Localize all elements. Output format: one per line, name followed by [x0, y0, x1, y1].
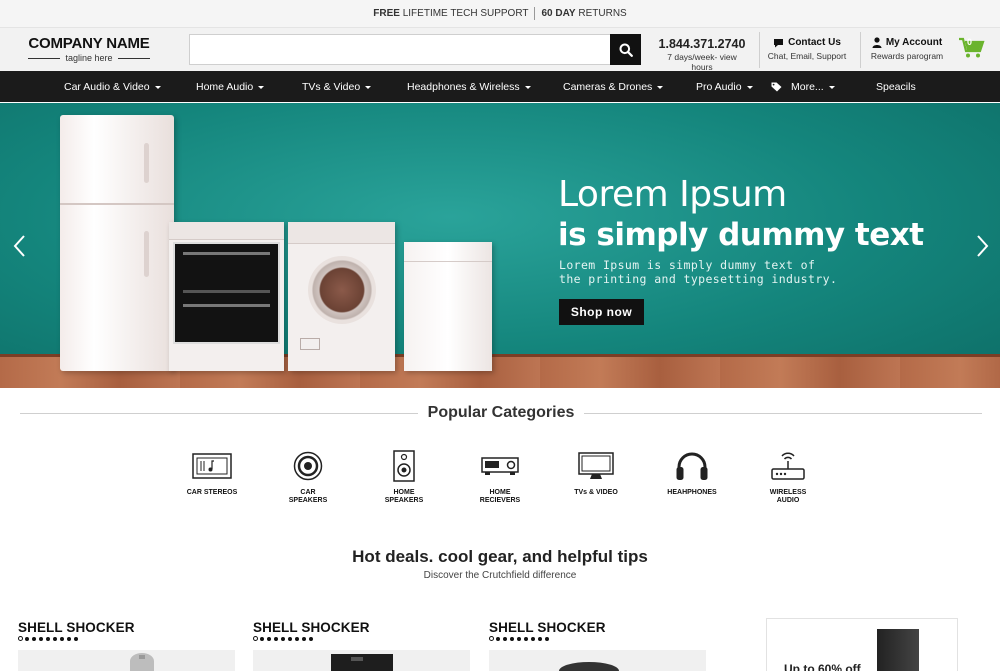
caret-down-icon — [154, 86, 161, 89]
category-home-receivers[interactable]: HOME RECIEVERS — [450, 448, 550, 505]
cart-count: 0 — [967, 37, 973, 47]
contact-options: Chat, Email, Support — [767, 51, 847, 61]
nav-pro-audio[interactable]: Pro Audio — [696, 71, 753, 102]
chevron-right-icon — [977, 235, 989, 257]
company-name: COMPANY NAME — [28, 35, 150, 52]
phone-hours: 7 days/week- view hours — [667, 52, 737, 72]
section-title: Popular Categories — [427, 404, 575, 421]
home-receiver-icon — [481, 457, 519, 475]
category-list: CAR STEREOS CAR SPEAKERS HOME SPEAKERS H… — [160, 448, 840, 518]
oven-image — [169, 222, 284, 371]
nav-headphones-wireless[interactable]: Headphones & Wireless — [407, 71, 531, 102]
phone-contact[interactable]: 1.844.371.2740 7 days/week- view hours — [656, 37, 748, 72]
nav-car-audio-video[interactable]: Car Audio & Video — [64, 71, 161, 102]
deal-card[interactable] — [18, 650, 235, 671]
hero-description: Lorem Ipsum is simply dummy text of the … — [559, 258, 838, 286]
shell-shocker-title: SHELL SHOCKER — [18, 620, 135, 635]
returns-notice: 60 DAY RETURNS — [541, 8, 627, 19]
category-wireless-audio[interactable]: WIRELESS AUDIO — [738, 448, 838, 505]
promo-banner[interactable]: Up to 60% off — [766, 618, 958, 671]
popular-categories-header: Popular Categories — [20, 403, 983, 423]
hero-headline: Lorem Ipsum — [558, 174, 787, 215]
shell-shocker-block: SHELL SHOCKER — [253, 620, 473, 641]
shell-shocker-title: SHELL SHOCKER — [253, 620, 370, 635]
shell-shocker-title: SHELL SHOCKER — [489, 620, 606, 635]
caret-down-icon — [828, 86, 835, 89]
caret-down-icon — [524, 86, 531, 89]
lifetime-support-notice: FREE LIFETIME TECH SUPPORT — [373, 8, 529, 19]
refrigerator-image — [60, 115, 174, 371]
divider — [20, 412, 418, 414]
caret-down-icon — [258, 86, 265, 89]
slider-prev-button[interactable] — [10, 231, 30, 261]
divider — [584, 412, 983, 414]
tags-icon — [771, 82, 782, 91]
rewards-program: Rewards parogram — [870, 51, 944, 61]
divider — [534, 7, 536, 20]
search-input[interactable] — [189, 34, 610, 65]
wireless-router-icon — [771, 452, 805, 480]
promo-text: Up to 60% off — [784, 662, 861, 671]
divider — [860, 32, 861, 68]
divider — [759, 32, 760, 68]
search-icon — [619, 43, 633, 57]
hero-banner: Lorem Ipsum is simply dummy text Lorem I… — [0, 103, 1000, 388]
deals-subheading: Discover the Crutchfield difference — [423, 570, 577, 581]
search-bar — [189, 34, 641, 65]
nav-home-audio[interactable]: Home Audio — [196, 71, 265, 102]
hero-subheadline: is simply dummy text — [558, 217, 924, 253]
contact-us-link[interactable]: Contact Us Chat, Email, Support — [764, 37, 850, 61]
search-button[interactable] — [610, 34, 641, 65]
desktop-pc-image — [877, 629, 919, 671]
caret-down-icon — [746, 86, 753, 89]
category-home-speakers[interactable]: HOME SPEAKERS — [354, 448, 454, 505]
tv-icon — [578, 452, 614, 479]
cart-button[interactable]: 0 — [958, 36, 986, 60]
product-image — [331, 654, 393, 671]
product-image — [130, 653, 154, 671]
category-headphones[interactable]: HEAHPHONES — [642, 448, 742, 497]
nav-more[interactable]: More... — [771, 71, 835, 102]
caret-down-icon — [365, 86, 372, 89]
car-stereo-icon — [192, 453, 232, 479]
chat-bubble-icon — [774, 38, 784, 47]
nav-tvs-video[interactable]: TVs & Video — [302, 71, 372, 102]
chevron-left-icon — [13, 235, 25, 257]
my-account-link[interactable]: My Account Rewards parogram — [868, 37, 946, 61]
top-announcement-bar: FREE LIFETIME TECH SUPPORT 60 DAY RETURN… — [0, 0, 1000, 27]
nav-cameras-drones[interactable]: Cameras & Drones — [563, 71, 664, 102]
site-header: COMPANY NAME tagline here 1.844.371.2740… — [0, 27, 1000, 72]
caret-down-icon — [657, 86, 664, 89]
shop-now-button[interactable]: Shop now — [559, 299, 644, 325]
slider-next-button[interactable] — [972, 231, 992, 261]
car-speaker-icon — [293, 451, 323, 481]
main-navigation: Car Audio & Video Home Audio TVs & Video… — [0, 71, 1000, 102]
carousel-dots[interactable] — [489, 636, 709, 641]
carousel-dots[interactable] — [253, 636, 473, 641]
carousel-dots[interactable] — [18, 636, 238, 641]
dishwasher-image — [404, 242, 492, 371]
category-tvs-video[interactable]: TVs & VIDEO — [546, 448, 646, 497]
washing-machine-image — [288, 222, 395, 371]
shell-shocker-block: SHELL SHOCKER — [489, 620, 709, 641]
nav-specials[interactable]: Speacils — [876, 71, 916, 102]
user-icon — [872, 37, 882, 48]
category-car-stereos[interactable]: CAR STEREOS — [162, 448, 262, 497]
category-car-speakers[interactable]: CAR SPEAKERS — [258, 448, 358, 505]
headphones-icon — [676, 452, 708, 480]
home-speaker-icon — [393, 450, 415, 482]
shell-shocker-block: SHELL SHOCKER — [18, 620, 238, 641]
company-logo[interactable]: COMPANY NAME tagline here — [28, 35, 151, 63]
company-tagline: tagline here — [28, 53, 151, 63]
deals-heading: Hot deals. cool gear, and helpful tips — [352, 547, 648, 566]
deal-card[interactable] — [253, 650, 470, 671]
product-image — [559, 662, 619, 671]
phone-number: 1.844.371.2740 — [658, 37, 746, 51]
deal-card[interactable] — [489, 650, 706, 671]
